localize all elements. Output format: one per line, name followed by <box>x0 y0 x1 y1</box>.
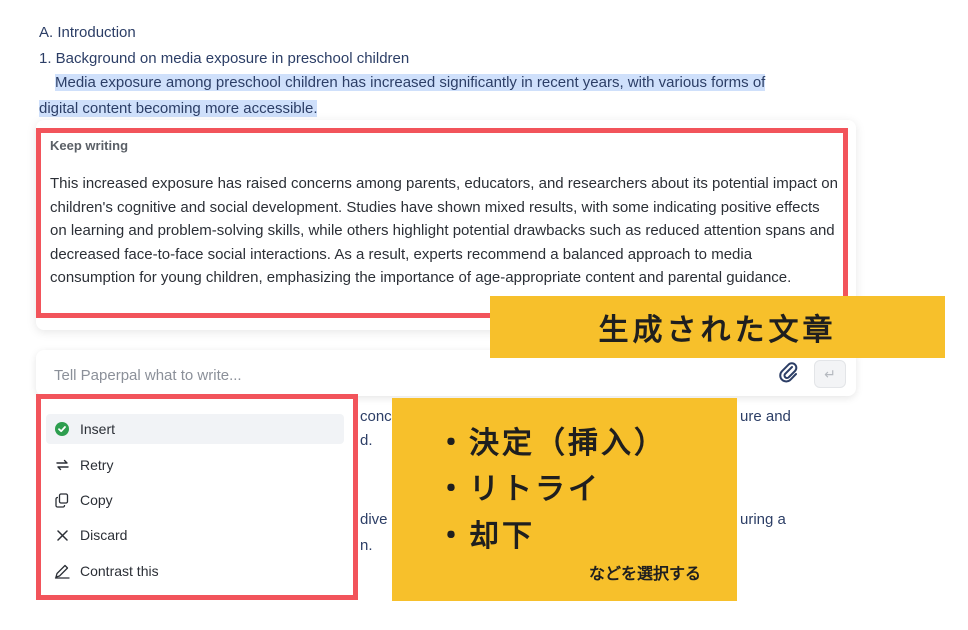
callout-bullet-insert: ・決定（挿入） <box>436 427 667 460</box>
callout-bullet-retry: ・リトライ <box>436 473 601 506</box>
enter-icon: ↵ <box>824 366 836 382</box>
selected-paragraph-line-2[interactable]: digital content becoming more accessible… <box>39 100 318 117</box>
selected-paragraph-line-1[interactable]: Media exposure among preschool children … <box>55 74 766 91</box>
copy-menu-item[interactable]: Copy <box>46 485 344 515</box>
close-icon <box>54 527 70 543</box>
callout-note: などを選択する <box>589 566 702 583</box>
callout-bullet-discard: ・却下 <box>436 520 535 553</box>
retry-label: Retry <box>80 457 114 473</box>
copy-label: Copy <box>80 492 113 508</box>
contrast-this-label: Contrast this <box>80 563 159 579</box>
prompt-input[interactable] <box>52 362 756 388</box>
retry-menu-item[interactable]: Retry <box>46 450 344 480</box>
paperclip-icon[interactable] <box>778 361 798 383</box>
callout-generated-label: 生成された文章 <box>598 314 837 347</box>
check-circle-icon <box>54 421 70 437</box>
callout-generated-text: 生成された文章 <box>490 296 945 358</box>
discard-label: Discard <box>80 527 128 543</box>
background-text: uring a <box>740 511 786 528</box>
pencil-icon <box>54 563 70 579</box>
callout-actions: ・決定（挿入） ・リトライ ・却下 などを選択する <box>392 398 737 601</box>
background-text: conc <box>360 408 392 425</box>
generated-text: This increased exposure has raised conce… <box>50 175 838 286</box>
background-text: dive <box>360 511 388 528</box>
background-text: d. <box>360 432 373 449</box>
discard-menu-item[interactable]: Discard <box>46 520 344 550</box>
insert-menu-item[interactable]: Insert <box>46 414 344 444</box>
background-text: ure and <box>740 408 791 425</box>
retry-icon <box>54 457 70 473</box>
background-text: n. <box>360 537 373 554</box>
outline-heading-1: 1. Background on media exposure in presc… <box>39 50 410 67</box>
keep-writing-label: Keep writing <box>50 138 129 153</box>
copy-icon <box>54 492 70 508</box>
outline-heading-a: A. Introduction <box>39 24 136 41</box>
contrast-this-menu-item[interactable]: Contrast this <box>46 556 344 586</box>
insert-label: Insert <box>80 421 116 437</box>
submit-button[interactable]: ↵ <box>814 360 846 388</box>
